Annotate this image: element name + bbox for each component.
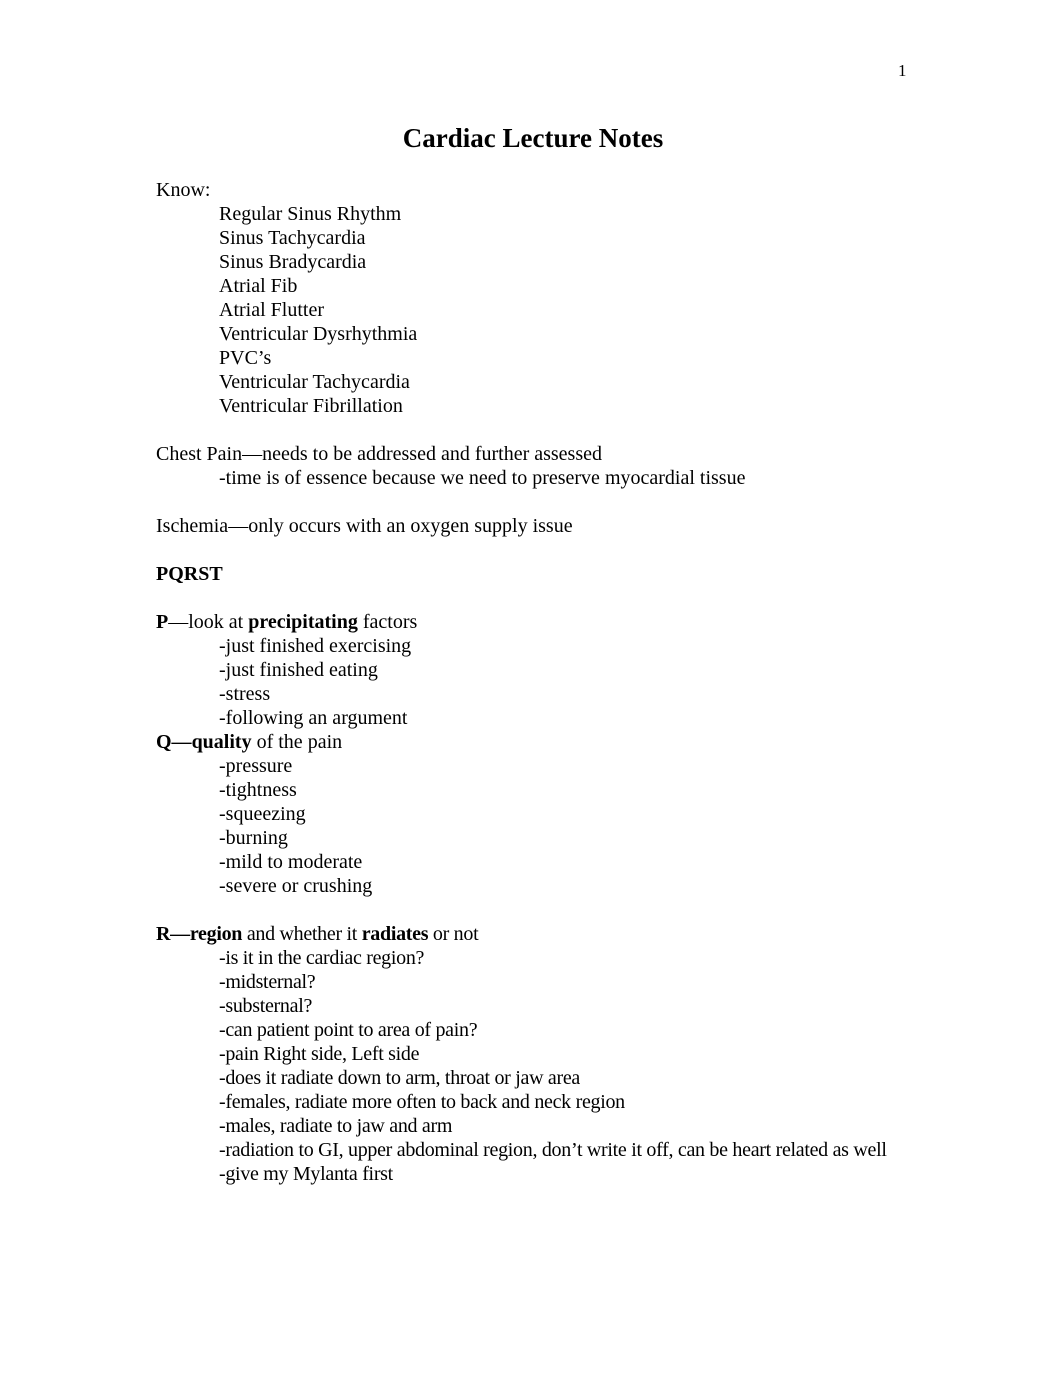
q-list: -pressure -tightness -squeezing -burning… xyxy=(156,754,916,898)
q-keyword: quality xyxy=(191,731,252,753)
list-item: -is it in the cardiac region? xyxy=(219,947,425,969)
know-heading: Know: xyxy=(156,179,211,201)
q-heading: Q—quality of the pain xyxy=(156,730,916,754)
document-body: Know: Regular Sinus Rhythm Sinus Tachyca… xyxy=(156,178,916,1186)
list-item: -can patient point to area of pain? xyxy=(219,1019,478,1041)
list-item: Ventricular Fibrillation xyxy=(219,395,403,417)
list-item: -does it radiate down to arm, throat or … xyxy=(219,1067,581,1089)
list-item: -substernal? xyxy=(219,995,313,1017)
list-item: -just finished eating xyxy=(219,659,378,681)
r-list: -is it in the cardiac region? -midsterna… xyxy=(156,946,916,1186)
list-item: Regular Sinus Rhythm xyxy=(219,203,402,225)
list-item: Sinus Tachycardia xyxy=(219,227,366,249)
p-dash: —look at xyxy=(168,611,249,633)
document-title: Cardiac Lecture Notes xyxy=(402,123,664,153)
list-item: Ventricular Tachycardia xyxy=(219,371,410,393)
list-item: -squeezing xyxy=(219,803,306,825)
list-item: -males, radiate to jaw and arm xyxy=(219,1115,453,1137)
p-letter: P xyxy=(156,611,169,633)
list-item: -pressure xyxy=(219,755,293,777)
pqrst-heading-text: PQRST xyxy=(156,563,223,585)
ischemia-line: Ischemia—only occurs with an oxygen supp… xyxy=(156,515,573,537)
p-list: -just finished exercising -just finished… xyxy=(156,634,916,730)
list-item: -pain Right side, Left side xyxy=(219,1043,420,1065)
r-letter: R— xyxy=(156,923,190,945)
list-item: Atrial Fib xyxy=(219,275,298,297)
list-item: PVC’s xyxy=(219,347,272,369)
list-item: Sinus Bradycardia xyxy=(219,251,367,273)
chest-pain-heading: Chest Pain—needs to be addressed and fur… xyxy=(156,443,602,465)
r-keyword2: radiates xyxy=(361,923,429,945)
list-item: -burning xyxy=(219,827,288,849)
p-heading: P—look at precipitating factors xyxy=(156,610,916,634)
list-item: -midsternal? xyxy=(219,971,316,993)
list-item: -tightness xyxy=(219,779,297,801)
list-item: -severe or crushing xyxy=(219,875,373,897)
list-item: -give my Mylanta first xyxy=(219,1163,393,1185)
p-rest: factors xyxy=(357,611,418,633)
list-item: -radiation to GI, upper abdominal region… xyxy=(219,1139,887,1161)
list-item: Atrial Flutter xyxy=(219,299,324,321)
r-heading: R—region and whether it radiates or not xyxy=(156,922,916,946)
page-number: 1 xyxy=(898,61,907,80)
q-rest: of the pain xyxy=(251,731,343,753)
r-rest: or not xyxy=(428,923,479,945)
r-middle: and whether it xyxy=(242,923,362,945)
list-item: -following an argument xyxy=(219,707,408,729)
r-keyword: region xyxy=(189,923,243,945)
list-item: -mild to moderate xyxy=(219,851,363,873)
p-keyword: precipitating xyxy=(248,611,358,633)
list-item: Ventricular Dysrhythmia xyxy=(219,323,418,345)
list-item: -females, radiate more often to back and… xyxy=(219,1091,625,1113)
pqrst-heading: PQRST xyxy=(156,562,916,586)
list-item: -just finished exercising xyxy=(219,635,412,657)
know-list: Regular Sinus Rhythm Sinus Tachycardia S… xyxy=(156,202,916,418)
chest-pain-note: -time is of essence because we need to p… xyxy=(219,467,746,489)
q-letter: Q— xyxy=(156,731,192,753)
list-item: -stress xyxy=(219,683,271,705)
